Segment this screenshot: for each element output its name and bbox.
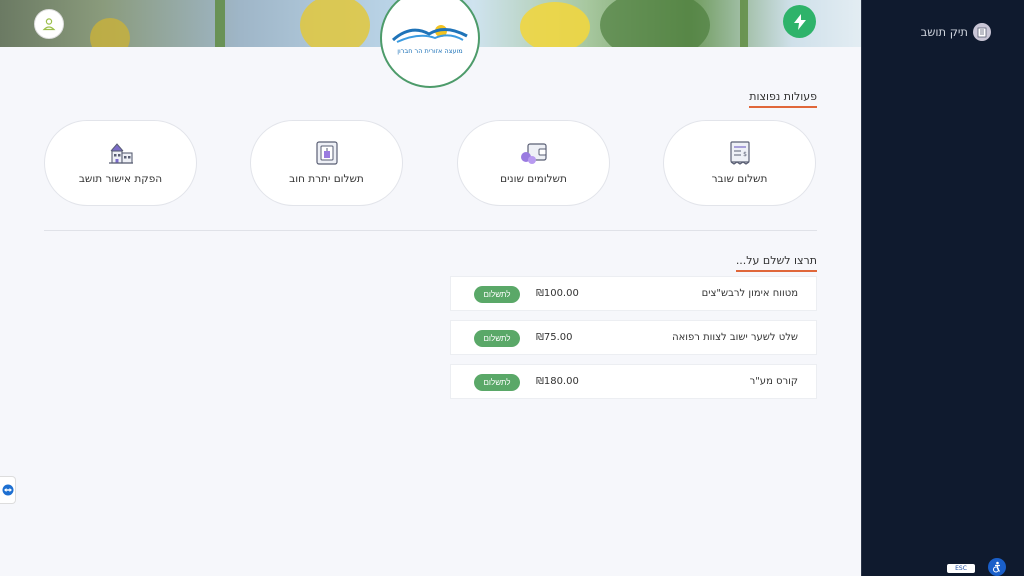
user-profile-button[interactable] — [34, 9, 64, 39]
sidebar-title[interactable]: תיק תושב — [921, 25, 968, 39]
section-divider — [44, 230, 817, 231]
payment-name: מטווח אימון לרבש"צים — [701, 288, 798, 299]
building-icon — [977, 27, 987, 37]
pay-button[interactable]: לתשלום — [474, 374, 520, 391]
action-resident-certificate[interactable]: הפקת אישור תושב — [44, 120, 197, 206]
svg-text:$: $ — [743, 151, 747, 158]
wallet-icon — [520, 143, 547, 164]
payment-row: מטווח אימון לרבש"צים ₪100.00 לתשלום — [450, 276, 817, 311]
council-logo-mark: מועצה אזורית הר חברון — [392, 25, 468, 55]
pay-button[interactable]: לתשלום — [474, 286, 520, 303]
teamviewer-icon — [2, 484, 13, 496]
action-label: הפקת אישור תושב — [78, 173, 163, 185]
payment-price: ₪75.00 — [536, 332, 573, 343]
payments-title: תרצו לשלם על... — [735, 254, 817, 272]
payment-name: שלט לשער ישוב לצוות רפואה — [672, 332, 798, 343]
svg-text:מועצה אזורית הר חברון: מועצה אזורית הר חברון — [397, 47, 462, 55]
pay-button[interactable]: לתשלום — [474, 330, 520, 347]
lightning-icon — [793, 13, 806, 30]
sidebar: תיק תושב — [861, 0, 1024, 576]
payment-name: קורס מע"ר — [749, 376, 798, 387]
house-icon — [108, 143, 133, 164]
main-content: מועצה אזורית הר חברון פעולות נפוצות $ תש… — [0, 0, 861, 576]
accessibility-button[interactable] — [988, 558, 1006, 576]
action-various-payments[interactable]: תשלומים שונים — [457, 120, 610, 206]
resident-file-icon[interactable] — [973, 23, 991, 41]
debt-icon — [315, 141, 338, 165]
payment-row: קורס מע"ר ₪180.00 לתשלום — [450, 364, 817, 399]
quick-actions-title: פעולות נפוצות — [749, 90, 817, 108]
quick-pay-button[interactable] — [783, 5, 816, 38]
accessibility-icon — [993, 561, 1000, 573]
payment-price: ₪180.00 — [536, 376, 579, 387]
action-label: תשלום יתרת חוב — [289, 173, 364, 185]
teamviewer-button[interactable] — [0, 476, 16, 504]
action-pay-voucher[interactable]: $ תשלום שובר — [663, 120, 816, 206]
action-label: תשלום שובר — [711, 173, 768, 185]
payment-price: ₪100.00 — [536, 288, 579, 299]
esc-badge[interactable]: ESC — [947, 564, 975, 573]
user-icon — [42, 18, 56, 31]
council-logo[interactable]: מועצה אזורית הר חברון — [380, 0, 480, 88]
action-pay-debt-balance[interactable]: תשלום יתרת חוב — [250, 120, 403, 206]
voucher-icon: $ — [729, 141, 750, 165]
payment-row: שלט לשער ישוב לצוות רפואה ₪75.00 לתשלום — [450, 320, 817, 355]
action-label: תשלומים שונים — [500, 173, 567, 185]
